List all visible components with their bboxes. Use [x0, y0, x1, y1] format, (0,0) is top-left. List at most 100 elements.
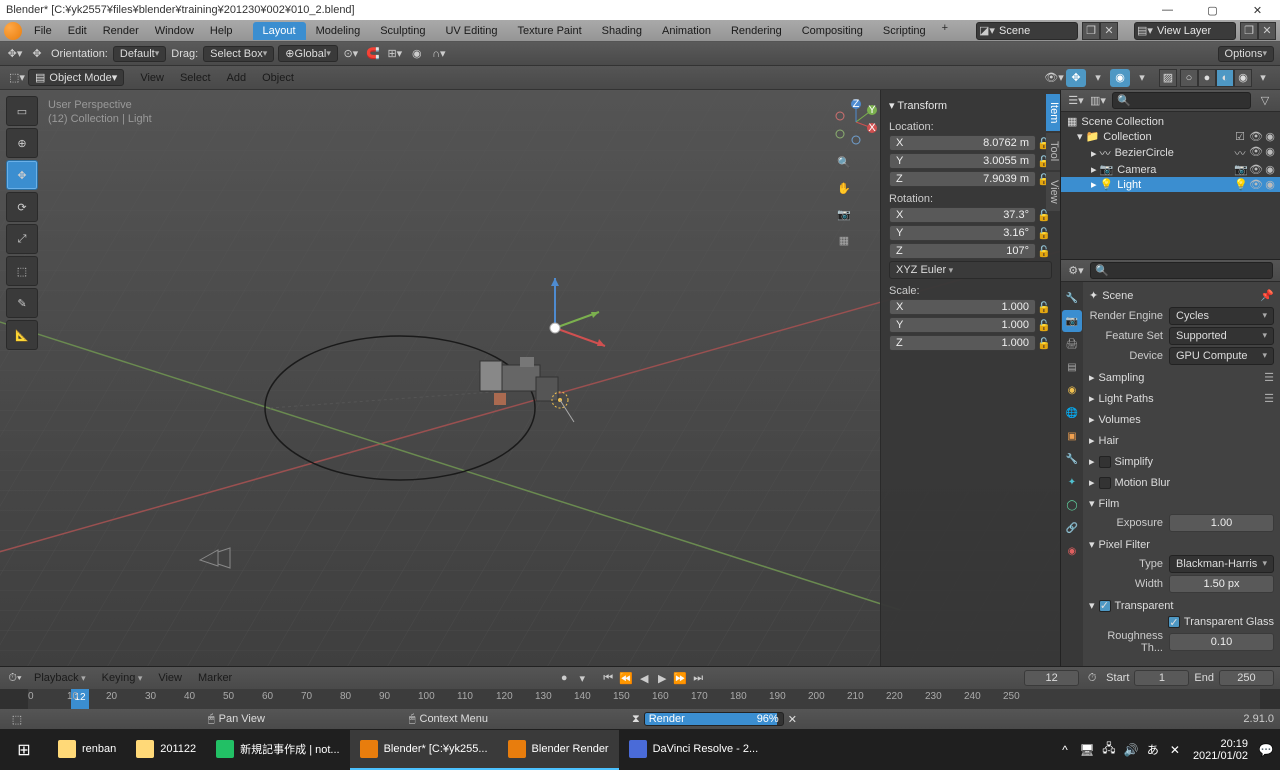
pixel-filter-width-field[interactable]: 1.50 px — [1169, 575, 1274, 593]
outliner-light[interactable]: ▸ 💡 Light 💡👁◉ — [1061, 177, 1280, 192]
ptab-particle[interactable]: ✦ — [1062, 471, 1082, 493]
view-layer-input[interactable] — [1155, 25, 1235, 37]
gizmo-visibility-toggle[interactable]: ✥ — [1066, 69, 1086, 87]
pan-icon[interactable]: ✋ — [833, 176, 855, 200]
light-data-icon[interactable]: 💡 — [1234, 178, 1246, 191]
outliner-bezier[interactable]: ▸ 〰 BezierCircle 〰👁◉ — [1061, 144, 1280, 162]
overlay-toggle[interactable]: ◉ — [1110, 69, 1130, 87]
render-visibility-icon[interactable]: ◉ — [1264, 163, 1276, 176]
pixel-filter-type-dropdown[interactable]: Blackman-Harris — [1169, 555, 1274, 573]
delete-scene-button[interactable]: ✕ — [1100, 22, 1118, 40]
axis-gizmo[interactable]: X Y Z — [832, 98, 880, 146]
minimize-button[interactable]: — — [1145, 0, 1190, 20]
transform-tool[interactable]: ⬚ — [6, 256, 38, 286]
outliner-editor-icon[interactable]: ☰▾ — [1066, 92, 1086, 110]
taskbar-item[interactable]: 201122 — [126, 730, 206, 770]
section-hair[interactable]: ▸Hair — [1089, 432, 1274, 449]
motion-blur-checkbox[interactable] — [1099, 477, 1111, 489]
keying-menu[interactable]: Keying — [94, 670, 151, 686]
move-tool[interactable]: ✥ — [6, 160, 38, 190]
npanel-tab-tool[interactable]: Tool — [1046, 133, 1060, 169]
ptab-scene[interactable]: ◉ — [1062, 379, 1082, 401]
roughness-threshold-field[interactable]: 0.10 — [1169, 633, 1274, 651]
workspace-tab-layout[interactable]: Layout — [253, 22, 306, 40]
npanel-tab-view[interactable]: View — [1046, 172, 1060, 212]
outliner-collection[interactable]: ▾ 📁 Collection ☑👁◉ — [1061, 129, 1280, 144]
ptab-modifier[interactable]: 🔧 — [1062, 448, 1082, 470]
visibility-icon[interactable]: 👁 — [1249, 145, 1261, 161]
new-scene-button[interactable]: ❐ — [1082, 22, 1100, 40]
visibility-icon[interactable]: 👁▾ — [1044, 69, 1064, 87]
ptab-world[interactable]: 🌐 — [1062, 402, 1082, 424]
outliner-scene-collection[interactable]: ▦ Scene Collection — [1061, 114, 1280, 129]
cursor-tool[interactable]: ⊕ — [6, 128, 38, 158]
visibility-icon[interactable]: 👁 — [1249, 178, 1261, 191]
workspace-tab-scripting[interactable]: Scripting — [873, 22, 936, 40]
taskbar-item[interactable]: DaVinci Resolve - 2... — [619, 730, 769, 770]
shading-wireframe[interactable]: ○ — [1180, 69, 1198, 87]
tray-network-icon[interactable]: 🖧 — [1101, 739, 1117, 760]
workspace-tab-animation[interactable]: Animation — [652, 22, 721, 40]
pivot-icon[interactable]: ⊙▾ — [341, 45, 361, 63]
tray-close-icon[interactable]: ✕ — [1167, 743, 1183, 757]
cancel-render-button[interactable]: ✕ — [788, 713, 797, 726]
select-box-tool[interactable]: ▭ — [6, 96, 38, 126]
scale-z[interactable]: Z1.000 — [889, 335, 1036, 351]
rotation-x[interactable]: X37.3° — [889, 207, 1036, 223]
section-sampling[interactable]: ▸Sampling☰ — [1089, 369, 1274, 386]
pin-icon[interactable]: 📌 — [1260, 289, 1274, 302]
maximize-button[interactable]: ▢ — [1190, 0, 1235, 20]
workspace-tab-compositing[interactable]: Compositing — [792, 22, 873, 40]
marker-menu[interactable]: Marker — [190, 670, 240, 686]
menu-file[interactable]: File — [26, 23, 60, 39]
play-button[interactable]: ▶ — [654, 670, 670, 686]
end-frame[interactable]: 250 — [1219, 670, 1274, 686]
shading-rendered[interactable]: ◉ — [1234, 69, 1252, 87]
curve-data-icon[interactable]: 〰 — [1234, 145, 1246, 161]
section-light-paths[interactable]: ▸Light Paths☰ — [1089, 390, 1274, 407]
start-frame[interactable]: 1 — [1134, 670, 1189, 686]
gizmo-popover-icon[interactable]: ▾ — [1088, 69, 1108, 87]
delete-view-layer-button[interactable]: ✕ — [1258, 22, 1276, 40]
taskbar-item[interactable]: Blender* [C:¥yk255... — [350, 730, 498, 770]
zoom-icon[interactable]: 🔍 — [833, 150, 855, 174]
device-dropdown[interactable]: GPU Compute — [1169, 347, 1274, 365]
tray-volume-icon[interactable]: 🔊 — [1123, 743, 1139, 757]
autokey-toggle[interactable]: ● — [556, 670, 572, 686]
jump-end-button[interactable]: ⏭ — [690, 670, 706, 686]
section-transparent[interactable]: ▾✓Transparent — [1089, 597, 1274, 614]
statusbar-editor-icon[interactable]: ⬚ — [7, 710, 27, 728]
timeline-view-menu[interactable]: View — [150, 670, 190, 686]
3d-viewport[interactable]: ▭ ⊕ ✥ ⟳ ⤢ ⬚ ✎ 📐 User Perspective (12) Co… — [0, 90, 1060, 666]
ptab-render[interactable]: 📷 — [1062, 310, 1082, 332]
tray-ime-icon[interactable]: あ — [1145, 741, 1161, 758]
annotate-tool[interactable]: ✎ — [6, 288, 38, 318]
view-menu[interactable]: View — [132, 70, 172, 86]
current-frame[interactable]: 12 — [1024, 670, 1079, 686]
section-simplify[interactable]: ▸Simplify — [1089, 453, 1274, 470]
lock-scale-x-icon[interactable]: 🔓 — [1036, 301, 1052, 314]
transparent-checkbox[interactable]: ✓ — [1099, 600, 1111, 612]
outliner-filter-icon[interactable]: ▽ — [1255, 92, 1275, 110]
play-reverse-button[interactable]: ◀ — [636, 670, 652, 686]
timeline-track[interactable]: 12 0102030405060708090100110120130140150… — [0, 689, 1280, 709]
exposure-field[interactable]: 1.00 — [1169, 514, 1274, 532]
render-visibility-icon[interactable]: ◉ — [1264, 145, 1276, 161]
select-menu[interactable]: Select — [172, 70, 219, 86]
menu-edit[interactable]: Edit — [60, 23, 95, 39]
scene-name-input[interactable] — [997, 25, 1077, 37]
visibility-icon[interactable]: 👁 — [1249, 163, 1261, 176]
rotation-mode-dropdown[interactable]: XYZ Euler — [889, 261, 1052, 279]
overlay-popover-icon[interactable]: ▾ — [1132, 69, 1152, 87]
workspace-tab-texpaint[interactable]: Texture Paint — [507, 22, 591, 40]
orientation-dropdown[interactable]: Default — [113, 46, 166, 62]
close-button[interactable]: ✕ — [1235, 0, 1280, 20]
section-motion-blur[interactable]: ▸Motion Blur — [1089, 474, 1274, 491]
view-layer-selector[interactable]: ▤▾ — [1134, 22, 1236, 40]
tray-clock[interactable]: 20:19 2021/01/02 — [1189, 738, 1252, 762]
workspace-tab-modeling[interactable]: Modeling — [306, 22, 371, 40]
outliner-search[interactable]: 🔍 — [1112, 92, 1251, 109]
options-popover[interactable]: Options — [1218, 46, 1274, 62]
ptab-constraint[interactable]: 🔗 — [1062, 517, 1082, 539]
autokey-popover[interactable]: ▾ — [574, 670, 590, 686]
